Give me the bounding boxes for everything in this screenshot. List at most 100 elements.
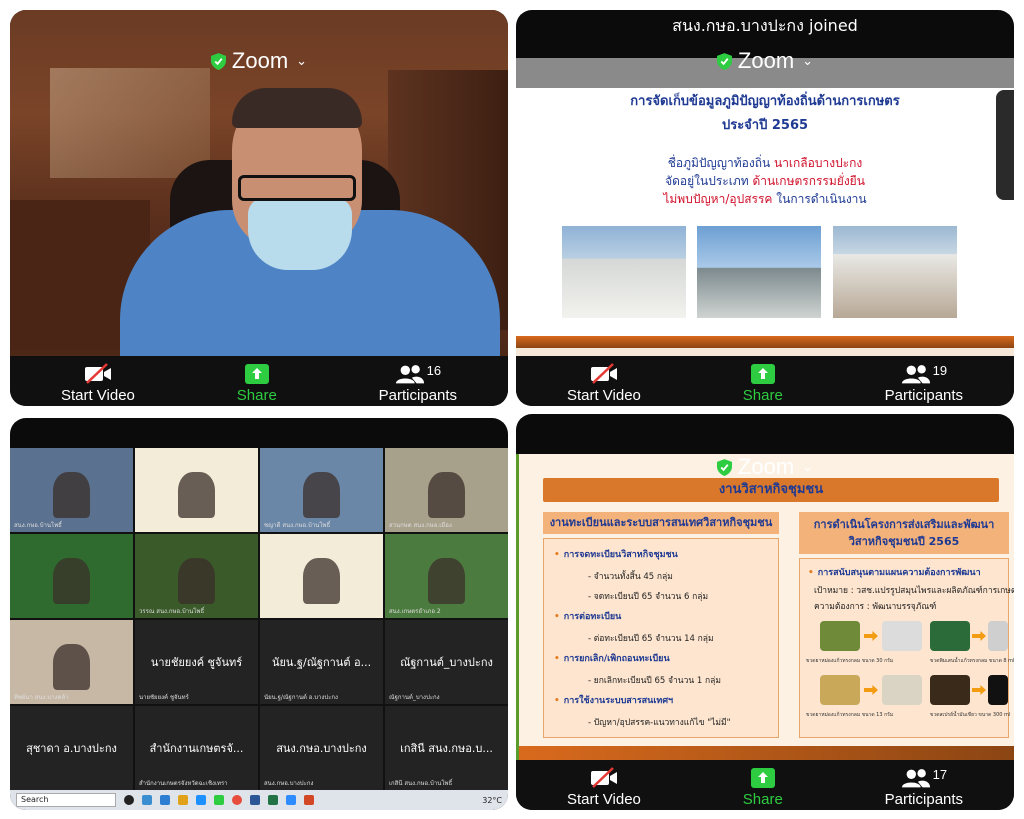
task-view-icon[interactable] — [124, 795, 134, 805]
video-off-icon — [590, 767, 617, 788]
slide-line-1: ชื่อภูมิปัญญาท้องถิ่น นาเกลือบางปะกง — [667, 156, 863, 170]
arrow-icon — [972, 631, 986, 641]
right-need: ความต้องการ : พัฒนาบรรจุภัณฑ์ — [814, 602, 937, 612]
zoom-title-menu[interactable]: Zoom ⌄ — [516, 48, 1014, 74]
participants-icon — [901, 365, 930, 384]
meeting-controls: Start Video Share 17 Participants — [516, 760, 1014, 810]
excel-icon[interactable] — [268, 795, 278, 805]
zoom-title-menu[interactable]: Zoom ⌄ — [10, 48, 508, 74]
participant-tile[interactable]: ณัฐกานต์_บางปะกง ณัฐกานต์_บางปะกง — [385, 620, 508, 704]
start-video-button[interactable]: Start Video — [61, 363, 135, 404]
participant-tile[interactable]: ชญาดี สนง.กษอ.บ้านโพธิ์ — [260, 448, 383, 532]
line-app-icon[interactable] — [214, 795, 224, 805]
video-off-icon — [590, 363, 617, 384]
participant-label: ชญาดี สนง.กษอ.บ้านโพธิ์ — [264, 522, 331, 529]
start-video-button[interactable]: Start Video — [567, 767, 641, 808]
store-icon[interactable] — [160, 795, 170, 805]
slide-title: งานวิสาหกิจชุมชน — [543, 478, 999, 502]
powerpoint-icon[interactable] — [304, 795, 314, 805]
participants-button[interactable]: 17 Participants — [885, 767, 963, 808]
shield-check-icon — [210, 52, 226, 70]
participant-tile[interactable]: สนง.กษอ.บางปะกง สนง.กษอ.บางปะกง — [260, 706, 383, 790]
shield-check-icon — [716, 52, 732, 70]
product-before-1 — [820, 621, 860, 651]
participant-tile[interactable]: สวนกษต สนง.กษอ.เมือง — [385, 448, 508, 532]
participant-label: สนง.กษอ.บางปะกง — [264, 780, 314, 787]
product-after-1 — [882, 621, 922, 651]
slide-line-2: จัดอยู่ในประเภท ด้านเกษตรกรรมยั่งยืน — [665, 174, 865, 188]
word-icon[interactable] — [250, 795, 260, 805]
participant-label: ทิพย์นา สนง.บางคล้า — [14, 694, 69, 701]
slide-footer-band — [516, 336, 1014, 356]
product-after-3 — [882, 675, 922, 705]
participant-video — [428, 471, 465, 518]
participant-video — [303, 557, 340, 604]
zoom-app-icon[interactable] — [286, 795, 296, 805]
zoom-title-menu[interactable]: Zoom ⌄ — [516, 454, 1014, 480]
arrow-icon — [864, 631, 878, 641]
zoom-title: Zoom — [231, 48, 289, 73]
side-panel-handle[interactable] — [996, 90, 1014, 200]
share-screen-icon — [750, 364, 775, 384]
participant-count: 19 — [932, 363, 948, 378]
share-button[interactable]: Share — [743, 363, 783, 404]
participant-tile[interactable]: นายชัยยงค์ ชูจันทร์ นายชัยยงค์ ชูจันทร์ — [135, 620, 258, 704]
participants-button[interactable]: 16 Participants — [379, 363, 457, 404]
mail-icon[interactable] — [196, 795, 206, 805]
participant-name: เกสินี สนง.กษอ.บ... — [400, 742, 493, 755]
participant-label: นายชัยยงค์ ชูจันทร์ — [139, 694, 189, 701]
slide-line-3: ไม่พบปัญหา/อุปสรรค ในการดำเนินงาน — [663, 192, 867, 206]
participant-label: สนง.เกษตรอำเภอ 2 — [389, 608, 441, 615]
share-button[interactable]: Share — [743, 767, 783, 808]
participant-tile[interactable] — [135, 448, 258, 532]
product-after-2 — [988, 621, 1008, 651]
share-screen-icon — [244, 364, 269, 384]
windows-taskbar: Search 32°C — [10, 790, 508, 810]
chevron-down-icon: ⌄ — [802, 53, 814, 68]
participant-video — [53, 643, 90, 690]
chrome-icon[interactable] — [232, 795, 242, 805]
participant-name: สนง.กษอ.บางปะกง — [276, 742, 367, 755]
participant-label: สำนักงานเกษตรจังหวัดฉะเชิงเทรา — [139, 780, 228, 787]
participant-tile[interactable]: วรรณ สนง.กษอ.บ้านโพธิ์ — [135, 534, 258, 618]
start-video-button[interactable]: Start Video — [567, 363, 641, 404]
participant-tile[interactable] — [10, 534, 133, 618]
participant-name: สุชาดา อ.บางปะกง — [26, 742, 117, 755]
participant-video — [303, 471, 340, 518]
participant-tile[interactable]: สุชาดา อ.บางปะกง — [10, 706, 133, 790]
taskbar-search[interactable]: Search — [16, 793, 116, 807]
share-button[interactable]: Share — [237, 363, 277, 404]
participant-video — [178, 471, 215, 518]
left-box-header: งานทะเบียนและระบบสารสนเทศวิสาหกิจชุมชน — [543, 512, 779, 534]
folder-icon[interactable] — [178, 795, 188, 805]
chevron-down-icon: ⌄ — [802, 459, 814, 474]
zoom-title: Zoom — [737, 454, 795, 479]
right-bullet: • การสนับสนุนตามแผนความต้องการพัฒนา — [808, 568, 981, 578]
section-bullet: • การต่อทะเบียน — [554, 612, 622, 622]
participant-tile[interactable]: นัยน.ฐ/ณัฐกานต์ อ... นัยน.ฐ/ณัฐกานต์ อ.บา… — [260, 620, 383, 704]
right-info-box: • การสนับสนุนตามแผนความต้องการพัฒนา เป้าห… — [799, 558, 1014, 738]
gallery-view-window: สนง.กษอ.บ้านโพธิ์ ชญาดี สนง.กษอ.บ้านโพธิ์… — [10, 418, 508, 810]
participant-tile[interactable]: สนง.เกษตรอำเภอ 2 — [385, 534, 508, 618]
section-detail: - ยกเลิกทะเบียนปี 65 จำนวน 1 กลุ่ม — [588, 676, 721, 686]
participant-tile[interactable]: ทิพย์นา สนง.บางคล้า — [10, 620, 133, 704]
caption-2: ขวดพิมเสนน้ำแก้วทรงกลม ขนาด 8 ml — [930, 658, 1014, 664]
participant-label: นัยน.ฐ/ณัฐกานต์ อ.บางปะกง — [264, 694, 338, 701]
participant-name: ณัฐกานต์_บางปะกง — [400, 656, 493, 669]
meeting-window-1: Zoom ⌄ Start Video Share 16 Participants — [10, 10, 508, 406]
edge-browser-icon[interactable] — [142, 795, 152, 805]
section-bullet: • การใช้งานระบบสารสนเทศฯ — [554, 696, 674, 706]
participants-button[interactable]: 19 Participants — [885, 363, 963, 404]
salt-farm-photo-3 — [833, 226, 957, 318]
participant-tile[interactable] — [260, 534, 383, 618]
participant-tile[interactable]: สำนักงานเกษตรจั... สำนักงานเกษตรจังหวัดฉะ… — [135, 706, 258, 790]
shield-check-icon — [716, 458, 732, 476]
participant-tile[interactable]: เกสินี สนง.กษอ.บ... เกสินี สนง.กษอ.บ้านโพ… — [385, 706, 508, 790]
weather-temperature[interactable]: 32°C — [482, 796, 502, 805]
participant-name: นายชัยยงค์ ชูจันทร์ — [150, 656, 243, 669]
participant-tile[interactable]: สนง.กษอ.บ้านโพธิ์ — [10, 448, 133, 532]
participants-icon — [901, 769, 930, 788]
product-before-3 — [820, 675, 860, 705]
caption-4: ขวดสเปรย์น้ำมันเขียว ขนาด 300 ml — [930, 712, 1011, 718]
meeting-controls: Start Video Share 19 Participants — [516, 356, 1014, 406]
